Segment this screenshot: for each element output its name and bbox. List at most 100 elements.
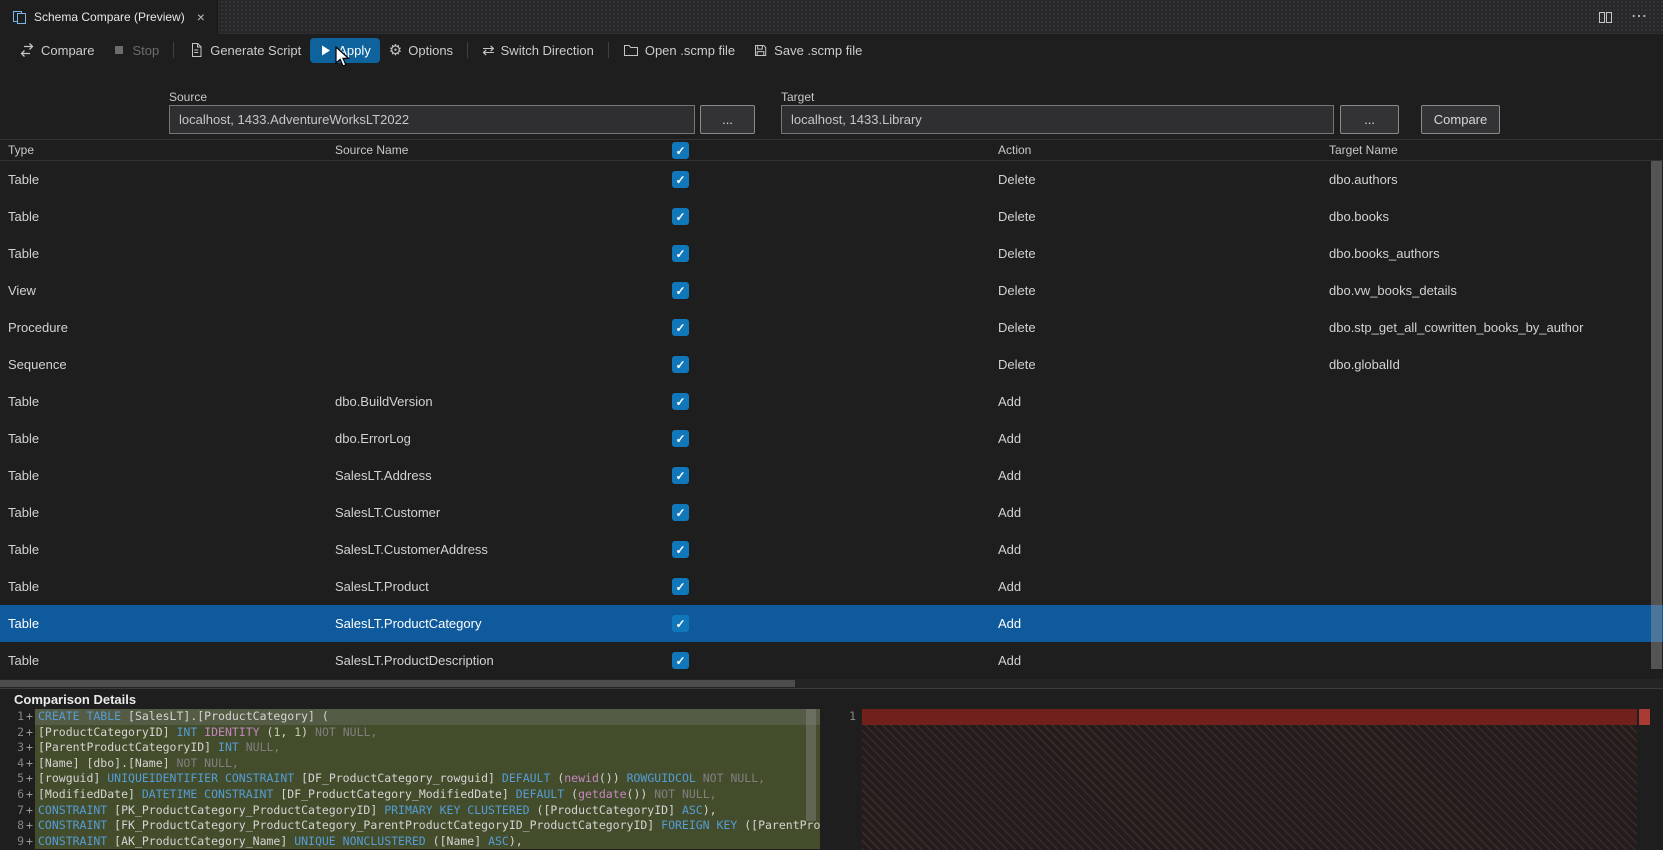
apply-label: Apply — [338, 42, 371, 58]
save-scmp-label: Save .scmp file — [774, 42, 863, 58]
apply-button[interactable]: Apply — [310, 37, 380, 63]
row-checkbox[interactable]: ✓ — [672, 652, 689, 669]
source-connection-input[interactable]: localhost, 1433.AdventureWorksLT2022 — [169, 105, 695, 134]
row-action: Delete — [998, 172, 1036, 187]
diff-delete-ruler-mark — [1639, 709, 1650, 725]
row-type: Table — [8, 394, 40, 409]
save-scmp-button[interactable]: Save .scmp file — [744, 38, 871, 63]
switch-direction-button[interactable]: ⇄ Switch Direction — [473, 38, 603, 63]
select-all-checkbox[interactable]: ✓ — [672, 142, 689, 159]
deleted-line-block — [862, 709, 1637, 725]
table-row[interactable]: Table SalesLT.ProductCategory ✓ Add — [0, 605, 1663, 642]
diff-editor: 1 + CREATE TABLE [SalesLT].[ProductCategor… — [0, 709, 1663, 850]
line-number: 3 — [17, 740, 24, 755]
row-type: Table — [8, 579, 40, 594]
stop-label: Stop — [132, 42, 160, 58]
row-type: Table — [8, 172, 40, 187]
row-checkbox[interactable]: ✓ — [672, 430, 689, 447]
diff-source-scrollbar-thumb[interactable] — [806, 709, 816, 821]
source-label: Source — [169, 90, 208, 104]
row-type: Table — [8, 616, 40, 631]
grid-vertical-scrollbar — [1651, 161, 1662, 679]
line-number: 2 — [17, 724, 24, 739]
table-row[interactable]: Table ✓ Delete dbo.books_authors — [0, 235, 1663, 272]
line-number: 1 — [17, 709, 24, 723]
grid-body: Table ✓ Delete dbo.authors Table ✓ Delet… — [0, 161, 1663, 679]
table-row[interactable]: Table dbo.BuildVersion ✓ Add — [0, 383, 1663, 420]
empty-diff-hatch-region — [862, 724, 1637, 850]
row-checkbox[interactable]: ✓ — [672, 171, 689, 188]
code-line: 2 + [ProductCategoryID] INT IDENTITY (1, 1… — [0, 724, 820, 741]
row-checkbox[interactable]: ✓ — [672, 504, 689, 521]
schema-compare-icon — [12, 10, 27, 25]
options-button[interactable]: ⚙ Options — [380, 38, 462, 63]
row-target-name: dbo.vw_books_details — [1329, 283, 1457, 298]
more-actions-icon[interactable]: ⋯ — [1631, 9, 1647, 25]
row-checkbox[interactable]: ✓ — [672, 245, 689, 262]
compare-icon — [19, 42, 35, 58]
open-scmp-label: Open .scmp file — [644, 42, 736, 58]
row-source-name: dbo.ErrorLog — [335, 431, 411, 446]
tab-schema-compare[interactable]: Schema Compare (Preview) × — [0, 0, 218, 34]
table-row[interactable]: View ✓ Delete dbo.vw_books_details — [0, 272, 1663, 309]
code-text: [ParentProductCategoryID] INT NULL, — [35, 740, 820, 756]
row-source-name: SalesLT.Product — [335, 579, 429, 594]
column-header-action: Action — [998, 143, 1032, 157]
row-type: Table — [8, 431, 40, 446]
row-action: Add — [998, 394, 1022, 409]
open-scmp-button[interactable]: Open .scmp file — [614, 37, 744, 63]
row-checkbox[interactable]: ✓ — [672, 541, 689, 558]
row-checkbox[interactable]: ✓ — [672, 282, 689, 299]
comparison-details-panel: Comparison Details 1 + CREATE TABLE [Sales… — [0, 688, 1663, 850]
row-checkbox[interactable]: ✓ — [672, 578, 689, 595]
table-row[interactable]: Table ✓ Delete dbo.authors — [0, 161, 1663, 198]
row-checkbox[interactable]: ✓ — [672, 208, 689, 225]
table-row[interactable]: Table ✓ Delete dbo.books — [0, 198, 1663, 235]
check-icon: ✓ — [675, 431, 686, 446]
row-checkbox[interactable]: ✓ — [672, 615, 689, 632]
table-row[interactable]: Table SalesLT.ProductDescription ✓ Add — [0, 642, 1663, 679]
check-icon: ✓ — [675, 209, 686, 224]
row-action: Add — [998, 579, 1022, 594]
tab-bar: Schema Compare (Preview) × ⋯ — [0, 0, 1663, 34]
save-icon — [753, 43, 768, 58]
line-number: 7 — [17, 802, 24, 817]
compare-toolbar-button[interactable]: Compare — [10, 37, 103, 63]
row-checkbox[interactable]: ✓ — [672, 393, 689, 410]
grid-vertical-scrollbar-thumb[interactable] — [1651, 161, 1662, 669]
generate-script-button[interactable]: Generate Script — [179, 37, 310, 63]
check-icon: ✓ — [675, 653, 686, 668]
diff-add-marker: + — [26, 724, 33, 739]
close-icon[interactable]: × — [197, 9, 205, 25]
table-row[interactable]: Table SalesLT.Address ✓ Add — [0, 457, 1663, 494]
compare-button[interactable]: Compare — [1421, 105, 1500, 134]
split-editor-icon[interactable] — [1598, 10, 1613, 25]
row-checkbox[interactable]: ✓ — [672, 319, 689, 336]
switch-direction-label: Switch Direction — [500, 42, 594, 58]
stop-button[interactable]: Stop — [103, 38, 168, 63]
target-browse-button[interactable]: ... — [1340, 105, 1399, 134]
source-browse-button[interactable]: ... — [700, 105, 755, 134]
options-label: Options — [408, 42, 454, 58]
row-type: View — [8, 283, 36, 298]
table-row[interactable]: Procedure ✓ Delete dbo.stp_get_all_cowri… — [0, 309, 1663, 346]
row-checkbox[interactable]: ✓ — [672, 467, 689, 484]
diff-add-marker: + — [26, 709, 33, 723]
code-text: [Name] [dbo].[Name] NOT NULL, — [35, 755, 820, 772]
grid-horizontal-scrollbar-thumb[interactable] — [0, 680, 795, 687]
row-target-name: dbo.stp_get_all_cowritten_books_by_autho… — [1329, 320, 1584, 335]
table-row[interactable]: Table SalesLT.Product ✓ Add — [0, 568, 1663, 605]
grid-header: Type Source Name ✓ Action Target Name — [0, 139, 1663, 161]
table-row[interactable]: Sequence ✓ Delete dbo.globalId — [0, 346, 1663, 383]
row-source-name: SalesLT.Customer — [335, 505, 441, 520]
gear-icon: ⚙ — [388, 41, 403, 59]
row-source-name: SalesLT.ProductDescription — [335, 653, 494, 668]
table-row[interactable]: Table dbo.ErrorLog ✓ Add — [0, 420, 1663, 457]
table-row[interactable]: Table SalesLT.CustomerAddress ✓ Add — [0, 531, 1663, 568]
compare-label: Compare — [41, 42, 95, 58]
line-number: 5 — [17, 771, 24, 786]
row-source-name: SalesLT.Address — [335, 468, 432, 483]
target-connection-input[interactable]: localhost, 1433.Library — [781, 105, 1334, 134]
table-row[interactable]: Table SalesLT.Customer ✓ Add — [0, 494, 1663, 531]
row-checkbox[interactable]: ✓ — [672, 356, 689, 373]
